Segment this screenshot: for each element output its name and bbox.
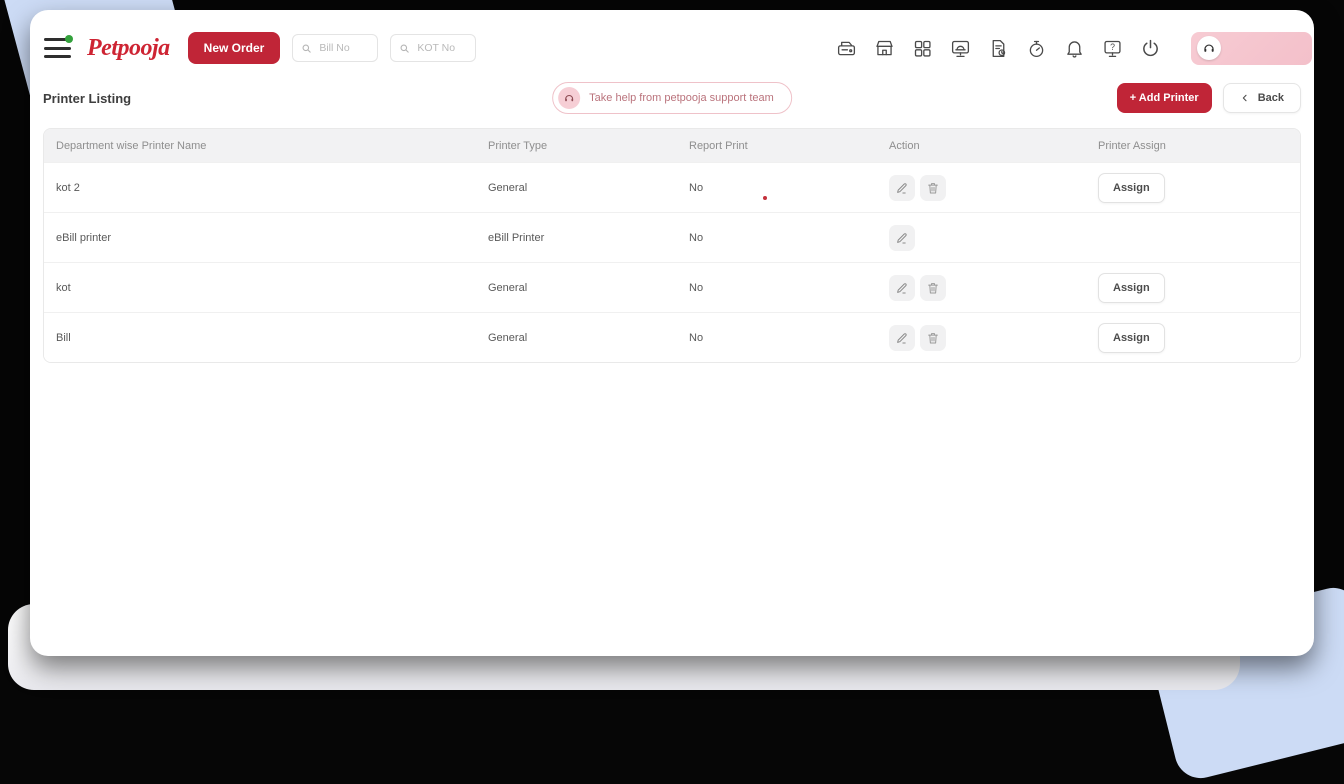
column-header: Printer Assign bbox=[1086, 140, 1300, 152]
report-icon bbox=[988, 38, 1009, 59]
assign-button[interactable]: Assign bbox=[1098, 323, 1165, 353]
report-print-cell: No bbox=[677, 232, 877, 244]
support-contact-pill[interactable] bbox=[1191, 32, 1312, 65]
edit-pencil-icon bbox=[895, 331, 909, 345]
table-row: kot 2 General No Assign bbox=[44, 162, 1300, 212]
order-display-button[interactable] bbox=[950, 38, 971, 59]
edit-button[interactable] bbox=[889, 325, 915, 351]
app-window: Petpooja New Order bbox=[30, 10, 1314, 656]
cursor-dot bbox=[763, 196, 767, 200]
svg-text:?: ? bbox=[1110, 42, 1115, 52]
column-header: Printer Type bbox=[476, 140, 677, 152]
edit-button[interactable] bbox=[889, 225, 915, 251]
new-order-button[interactable]: New Order bbox=[188, 32, 281, 64]
store-icon bbox=[874, 38, 895, 59]
report-button[interactable] bbox=[988, 38, 1009, 59]
bill-no-input[interactable] bbox=[317, 41, 369, 55]
add-printer-button[interactable]: + Add Printer bbox=[1117, 83, 1212, 113]
table-row: Bill General No Assign bbox=[44, 312, 1300, 362]
page-header: Printer Listing Take help from petpooja … bbox=[30, 72, 1314, 116]
delete-button[interactable] bbox=[920, 325, 946, 351]
apps-grid-icon bbox=[912, 38, 933, 59]
petpooja-logo: Petpooja bbox=[87, 36, 170, 60]
column-header: Report Print bbox=[677, 140, 877, 152]
printer-name-cell: Bill bbox=[44, 332, 476, 344]
take-help-button[interactable]: Take help from petpooja support team bbox=[552, 82, 792, 114]
back-button[interactable]: Back bbox=[1223, 83, 1301, 113]
kot-no-input[interactable] bbox=[415, 41, 467, 55]
bell-icon bbox=[1064, 38, 1085, 59]
printer-name-cell: kot 2 bbox=[44, 182, 476, 194]
billing-machine-icon bbox=[836, 38, 857, 59]
hamburger-menu-button[interactable] bbox=[44, 38, 71, 58]
edit-pencil-icon bbox=[895, 231, 909, 245]
delete-button[interactable] bbox=[920, 175, 946, 201]
edit-pencil-icon bbox=[895, 181, 909, 195]
edit-button[interactable] bbox=[889, 175, 915, 201]
status-online-dot bbox=[65, 35, 73, 43]
header-actions: + Add Printer Back bbox=[1117, 83, 1301, 113]
printer-type-cell: General bbox=[476, 332, 677, 344]
printer-type-cell: General bbox=[476, 182, 677, 194]
search-icon bbox=[301, 43, 312, 54]
table-body: kot 2 General No Assign eBill printer eB… bbox=[44, 162, 1300, 362]
edit-button[interactable] bbox=[889, 275, 915, 301]
help-screen-icon: ? bbox=[1102, 38, 1123, 59]
store-button[interactable] bbox=[874, 38, 895, 59]
assign-button[interactable]: Assign bbox=[1098, 173, 1165, 203]
timer-button[interactable] bbox=[1026, 38, 1047, 59]
kot-no-search-box bbox=[390, 34, 476, 62]
printer-name-cell: kot bbox=[44, 282, 476, 294]
chevron-left-icon bbox=[1240, 93, 1250, 103]
action-cell bbox=[877, 275, 1086, 301]
power-icon bbox=[1140, 38, 1161, 59]
help-button[interactable]: ? bbox=[1102, 38, 1123, 59]
timer-icon bbox=[1026, 38, 1047, 59]
order-display-icon bbox=[950, 38, 971, 59]
headset-icon bbox=[1197, 36, 1221, 60]
delete-button[interactable] bbox=[920, 275, 946, 301]
headset-icon bbox=[558, 87, 580, 109]
back-label: Back bbox=[1258, 92, 1284, 104]
table-row: kot General No Assign bbox=[44, 262, 1300, 312]
printer-type-cell: eBill Printer bbox=[476, 232, 677, 244]
printer-assign-cell: Assign bbox=[1086, 173, 1300, 203]
printer-assign-cell: Assign bbox=[1086, 323, 1300, 353]
column-header: Action bbox=[877, 140, 1086, 152]
column-header: Department wise Printer Name bbox=[44, 140, 476, 152]
bill-no-search-box bbox=[292, 34, 378, 62]
action-cell bbox=[877, 225, 1086, 251]
search-icon bbox=[399, 43, 410, 54]
assign-button[interactable]: Assign bbox=[1098, 273, 1165, 303]
trash-icon bbox=[926, 281, 940, 295]
apps-grid-button[interactable] bbox=[912, 38, 933, 59]
billing-machine-button[interactable] bbox=[836, 38, 857, 59]
printer-name-cell: eBill printer bbox=[44, 232, 476, 244]
take-help-label: Take help from petpooja support team bbox=[589, 92, 774, 104]
power-button[interactable] bbox=[1140, 38, 1161, 59]
printer-assign-cell: Assign bbox=[1086, 273, 1300, 303]
report-print-cell: No bbox=[677, 282, 877, 294]
report-print-cell: No bbox=[677, 332, 877, 344]
table-row: eBill printer eBill Printer No bbox=[44, 212, 1300, 262]
page-title: Printer Listing bbox=[43, 91, 131, 106]
trash-icon bbox=[926, 331, 940, 345]
notifications-button[interactable] bbox=[1064, 38, 1085, 59]
action-cell bbox=[877, 325, 1086, 351]
table-header-row: Department wise Printer Name Printer Typ… bbox=[44, 129, 1300, 162]
trash-icon bbox=[926, 181, 940, 195]
action-cell bbox=[877, 175, 1086, 201]
printer-type-cell: General bbox=[476, 282, 677, 294]
topbar-icon-group: ? bbox=[836, 38, 1161, 59]
report-print-cell: No bbox=[677, 182, 877, 194]
edit-pencil-icon bbox=[895, 281, 909, 295]
printer-table: Department wise Printer Name Printer Typ… bbox=[43, 128, 1301, 363]
top-bar: Petpooja New Order bbox=[30, 10, 1314, 72]
